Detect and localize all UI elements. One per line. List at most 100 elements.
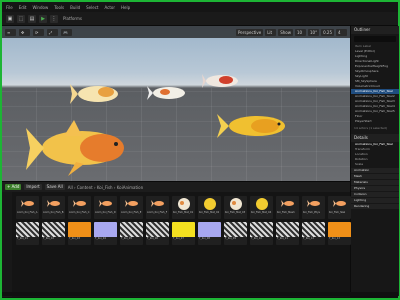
- mode-select-icon[interactable]: ⬚: [17, 14, 25, 23]
- camera-speed-value[interactable]: 4: [336, 28, 347, 36]
- menu-item-tools[interactable]: Tools: [54, 5, 64, 10]
- asset-tile[interactable]: T_Koi_10: [250, 222, 273, 245]
- asset-tile[interactable]: Koi_Fish_Mat_01: [172, 196, 195, 219]
- asset-thumbnail: [302, 196, 325, 211]
- asset-label: T_Koi_02: [43, 237, 54, 240]
- asset-thumbnail: [224, 222, 247, 237]
- asset-thumbnail: [146, 196, 169, 211]
- rotate-icon[interactable]: ⟳: [33, 28, 44, 36]
- asset-tile[interactable]: Koi_Fish_Mesh: [276, 196, 299, 219]
- details-section[interactable]: Animation: [351, 168, 399, 173]
- asset-label: T_Koi_05: [121, 237, 132, 240]
- show-button[interactable]: Show: [278, 28, 293, 36]
- asset-tile[interactable]: Anim_Koi_Fish_B: [42, 196, 65, 219]
- asset-thumbnail: [146, 222, 169, 237]
- import-button[interactable]: Import: [24, 184, 42, 190]
- asset-tile[interactable]: Anim_Koi_Fish_C: [68, 196, 91, 219]
- details-section[interactable]: Materials: [351, 180, 399, 185]
- koi-fish-mid-left[interactable]: [70, 78, 122, 108]
- asset-thumbnail: [16, 222, 39, 237]
- asset-tile[interactable]: T_Koi_12: [302, 222, 325, 245]
- asset-label: T_Koi_10: [251, 237, 262, 240]
- asset-thumbnail: [120, 222, 143, 237]
- asset-tile[interactable]: Koi_Fish_Skel: [328, 196, 351, 219]
- details-section[interactable]: Lighting: [351, 198, 399, 203]
- menu-item-edit[interactable]: Edit: [19, 5, 27, 10]
- asset-tile[interactable]: T_Koi_09: [224, 222, 247, 245]
- asset-thumbnail: [172, 196, 195, 211]
- asset-tile[interactable]: Anim_Koi_Fish_E: [120, 196, 143, 219]
- asset-label: Koi_Fish_Mat_04: [251, 211, 272, 214]
- asset-thumbnail: [224, 196, 247, 211]
- grid-snap-value[interactable]: 10: [295, 28, 306, 36]
- menu-item-select[interactable]: Select: [86, 5, 98, 10]
- gamepad-icon[interactable]: 🎮: [61, 28, 72, 36]
- koi-fish-center[interactable]: [147, 82, 189, 104]
- asset-thumbnail: [276, 196, 299, 211]
- transform-icon[interactable]: ✥: [19, 28, 30, 36]
- koi-fish-yellow[interactable]: [217, 108, 291, 142]
- koi-fish-large[interactable]: [24, 114, 134, 178]
- details-section[interactable]: Mesh: [351, 174, 399, 179]
- asset-tile[interactable]: T_Koi_07: [172, 222, 195, 245]
- asset-thumbnail: [42, 222, 65, 237]
- perspective-button[interactable]: Perspective: [236, 28, 264, 36]
- details-section[interactable]: Physics: [351, 186, 399, 191]
- asset-tile[interactable]: T_Koi_06: [146, 222, 169, 245]
- asset-tile[interactable]: T_Koi_08: [198, 222, 221, 245]
- menu-item-build[interactable]: Build: [70, 5, 80, 10]
- asset-thumbnail: [68, 222, 91, 237]
- details-section[interactable]: Rendering: [351, 204, 399, 209]
- asset-tile[interactable]: Anim_Koi_Fish_A: [16, 196, 39, 219]
- save-all-button[interactable]: Save All: [44, 184, 65, 190]
- asset-label: T_Koi_13: [329, 237, 340, 240]
- lit-button[interactable]: Lit: [265, 28, 277, 36]
- details-section[interactable]: Collision: [351, 192, 399, 197]
- scale-icon[interactable]: ⤢: [47, 28, 58, 36]
- asset-tile[interactable]: Anim_Koi_Fish_D: [94, 196, 117, 219]
- menu-item-window[interactable]: Window: [32, 5, 48, 10]
- content-browser-sources-collapsed[interactable]: [2, 192, 12, 297]
- asset-label: Koi_Fish_Mat_03: [225, 211, 246, 214]
- details-title: Details: [351, 134, 399, 142]
- asset-tile[interactable]: T_Koi_04: [94, 222, 117, 245]
- asset-label: T_Koi_11: [277, 237, 288, 240]
- more-options-icon[interactable]: ⋮: [50, 14, 58, 23]
- asset-label: Koi_Fish_Phys: [303, 211, 320, 214]
- menu-bar: File Edit Window Tools Build Select Actor Help: [2, 2, 398, 12]
- menu-item-file[interactable]: File: [6, 5, 13, 10]
- menu-item-help[interactable]: Help: [121, 5, 130, 10]
- asset-label: T_Koi_01: [17, 237, 28, 240]
- koi-fish-red-white[interactable]: [202, 70, 242, 92]
- menu-item-actor[interactable]: Actor: [104, 5, 115, 10]
- asset-tile[interactable]: T_Koi_02: [42, 222, 65, 245]
- asset-tile[interactable]: T_Koi_03: [68, 222, 91, 245]
- asset-tile[interactable]: Koi_Fish_Phys: [302, 196, 325, 219]
- save-icon[interactable]: ▣: [6, 14, 14, 23]
- status-bar: [2, 292, 398, 296]
- asset-tile[interactable]: Koi_Fish_Mat_04: [250, 196, 273, 219]
- viewport-menu-icon[interactable]: ≡: [5, 28, 16, 36]
- asset-tile[interactable]: T_Koi_05: [120, 222, 143, 245]
- asset-tile[interactable]: T_Koi_11: [276, 222, 299, 245]
- outliner-row[interactable]: PlayerStart: [351, 119, 399, 124]
- asset-thumbnail: [328, 222, 351, 237]
- asset-thumbnail: [250, 222, 273, 237]
- asset-tile[interactable]: Anim_Koi_Fish_F: [146, 196, 169, 219]
- angle-snap-value[interactable]: 10°: [308, 28, 320, 36]
- asset-tile[interactable]: T_Koi_01: [16, 222, 39, 245]
- asset-tile[interactable]: T_Koi_13: [328, 222, 351, 245]
- asset-tile[interactable]: Koi_Fish_Mat_03: [224, 196, 247, 219]
- asset-thumbnail: [250, 196, 273, 211]
- level-viewport[interactable]: ≡ ✥ ⟳ ⤢ 🎮 Perspective Lit Show 10 10° 0.…: [2, 26, 350, 181]
- content-icon[interactable]: ▤: [28, 14, 36, 23]
- add-button[interactable]: + Add: [5, 184, 22, 190]
- platforms-button[interactable]: Platforms: [63, 16, 82, 21]
- outliner-search-input[interactable]: [354, 36, 396, 42]
- scale-snap-value[interactable]: 0.25: [321, 28, 334, 36]
- details-row[interactable]: Scale: [351, 162, 399, 167]
- play-icon[interactable]: ▶: [39, 14, 47, 23]
- asset-label: Koi_Fish_Mesh: [277, 211, 295, 214]
- asset-label: T_Koi_04: [95, 237, 106, 240]
- asset-tile[interactable]: Koi_Fish_Mat_02: [198, 196, 221, 219]
